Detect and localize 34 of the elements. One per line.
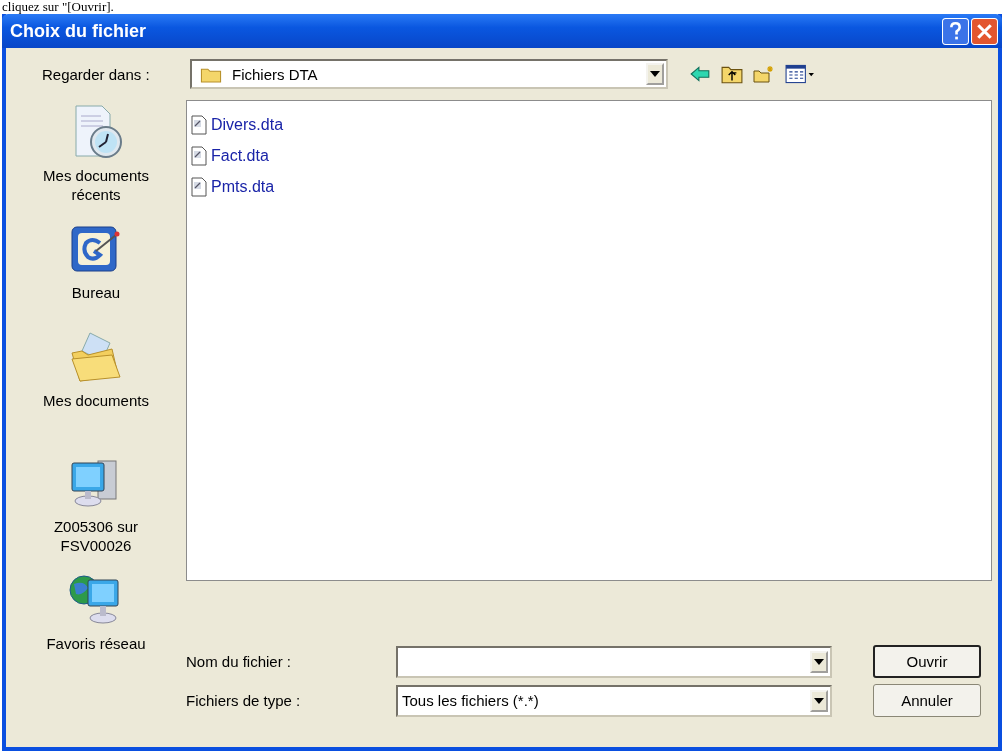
places-bar-item[interactable]: Mes documents récents bbox=[31, 104, 161, 221]
open-button[interactable]: Ouvrir bbox=[873, 645, 981, 678]
places-bar-label: Z005306 sur FSV00026 bbox=[52, 517, 140, 555]
window-title: Choix du fichier bbox=[10, 20, 146, 42]
file-name-label: Nom du fichier : bbox=[186, 653, 293, 670]
file-item[interactable]: Pmts.dta bbox=[191, 171, 275, 202]
places-bar-label: Favoris réseau bbox=[45, 634, 147, 653]
look-in-dropdown[interactable]: Fichiers DTA bbox=[190, 59, 668, 89]
file-name-field[interactable] bbox=[396, 645, 832, 678]
open-folder-icon bbox=[68, 329, 124, 385]
file-type-dropdown[interactable]: Tous les fichiers (*.*) bbox=[396, 684, 832, 717]
view-menu-icon[interactable] bbox=[785, 64, 815, 84]
close-icon[interactable] bbox=[971, 17, 998, 45]
places-bar-label: Bureau bbox=[70, 283, 122, 302]
file-item[interactable]: Divers.dta bbox=[191, 109, 284, 140]
look-in-value: Fichiers DTA bbox=[231, 65, 319, 83]
places-bar-label: Mes documents bbox=[42, 391, 150, 410]
folder-up-icon[interactable] bbox=[721, 64, 743, 84]
places-bar-item[interactable]: Z005306 sur FSV00026 bbox=[31, 455, 161, 572]
file-type-label: Fichiers de type : bbox=[186, 692, 302, 709]
file-icon bbox=[191, 145, 207, 166]
places-bar-item[interactable]: Mes documents bbox=[31, 329, 161, 455]
page-text: cliquez sur "[Ouvrir]. bbox=[1, 0, 115, 14]
file-icon bbox=[191, 176, 207, 197]
cancel-button[interactable]: Annuler bbox=[873, 684, 981, 717]
back-arrow-icon[interactable] bbox=[689, 64, 711, 84]
look-in-label: Regarder dans : bbox=[42, 65, 151, 83]
places-bar-item[interactable]: Bureau bbox=[31, 221, 161, 329]
places-bar-label: Mes documents récents bbox=[42, 166, 150, 204]
help-icon[interactable] bbox=[942, 17, 969, 45]
places-bar-item[interactable]: Favoris réseau bbox=[31, 572, 161, 662]
file-type-value: Tous les fichiers (*.*) bbox=[401, 692, 540, 709]
file-icon bbox=[191, 114, 207, 135]
file-item[interactable]: Fact.dta bbox=[191, 140, 269, 171]
